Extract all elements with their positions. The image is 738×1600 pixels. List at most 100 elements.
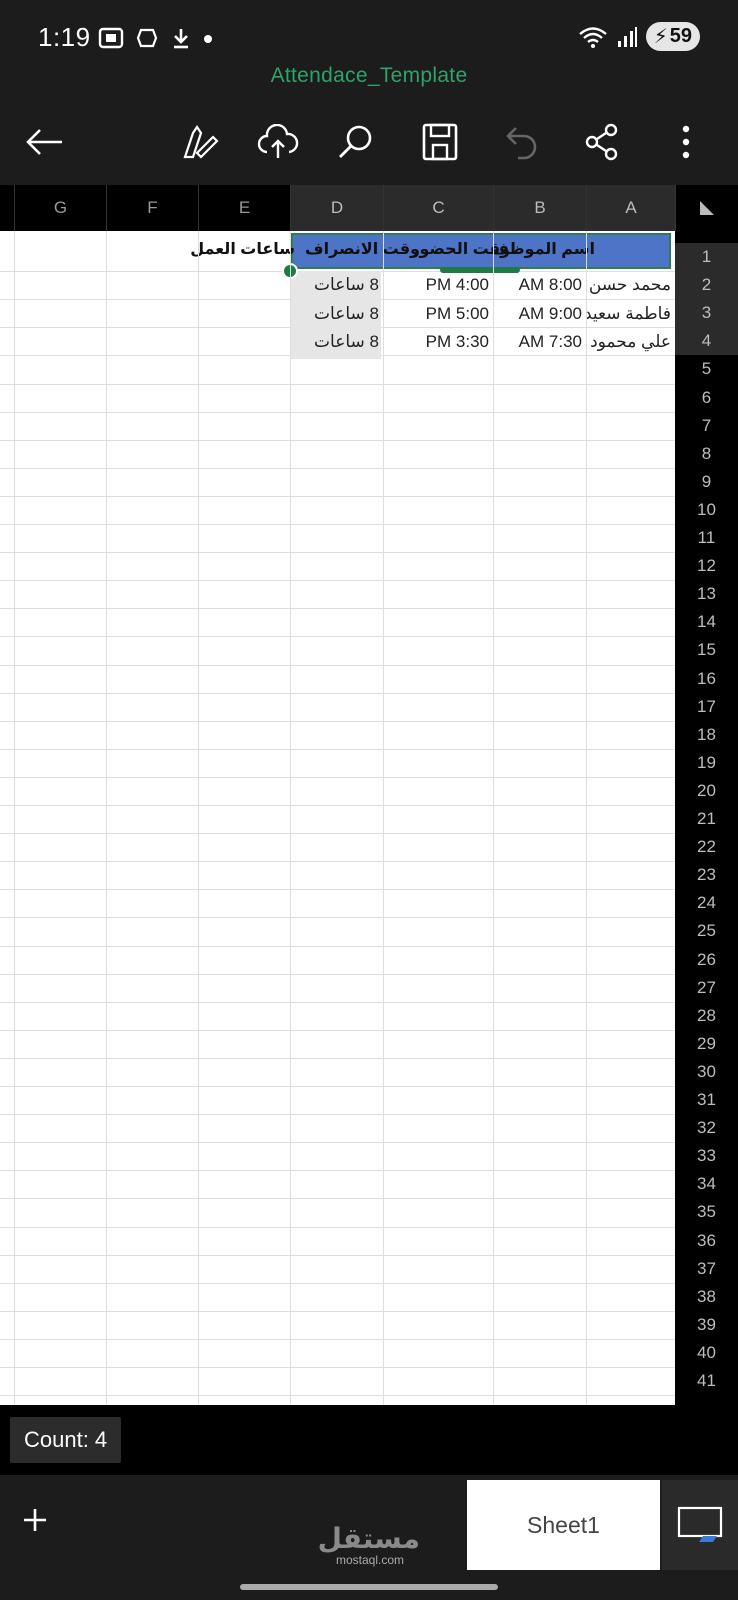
header-cell-b[interactable]: وقت الحضور	[410, 239, 510, 259]
row-header-28[interactable]: 28	[675, 1002, 738, 1030]
row-header-33[interactable]: 33	[675, 1142, 738, 1170]
row-header-12[interactable]: 12	[675, 552, 738, 580]
grid-row-line	[0, 1227, 675, 1228]
column-headers: G F E D C B A	[0, 185, 738, 231]
row-header-37[interactable]: 37	[675, 1255, 738, 1283]
row-header-7[interactable]: 7	[675, 412, 738, 440]
draw-button[interactable]	[172, 114, 228, 170]
row-header-4[interactable]: 4	[675, 327, 738, 355]
grid-row-line	[0, 805, 675, 806]
grid-row-line	[0, 777, 675, 778]
column-header-d[interactable]: D	[290, 185, 383, 231]
cell-a2[interactable]: محمد حسن	[586, 275, 675, 295]
view-icon	[677, 1506, 723, 1542]
grid-column-line	[493, 231, 494, 1405]
row-header-16[interactable]: 16	[675, 665, 738, 693]
row-header-17[interactable]: 17	[675, 693, 738, 721]
count-summary[interactable]: Count: 4	[10, 1417, 122, 1463]
document-title[interactable]: Attendace_Template	[0, 64, 738, 88]
column-header-g[interactable]: G	[14, 185, 106, 231]
row-header-21[interactable]: 21	[675, 805, 738, 833]
more-button[interactable]	[658, 114, 714, 170]
cell-a4[interactable]: علي محمود	[586, 332, 675, 352]
more-icon	[682, 125, 690, 159]
row-header-35[interactable]: 35	[675, 1198, 738, 1226]
row-header-39[interactable]: 39	[675, 1311, 738, 1339]
row-header-20[interactable]: 20	[675, 777, 738, 805]
row-header-30[interactable]: 30	[675, 1058, 738, 1086]
row-header-27[interactable]: 27	[675, 974, 738, 1002]
row-header-8[interactable]: 8	[675, 440, 738, 468]
row-header-31[interactable]: 31	[675, 1086, 738, 1114]
share-button[interactable]	[574, 114, 630, 170]
row-header-2[interactable]: 2	[675, 271, 738, 299]
grid-row-line	[0, 1114, 675, 1115]
row-headers: 1 2 3 4 5 6 7 8 9 10 11 12 13 14 15 16 17 18 19 20 21 22 23 24 2…	[675, 231, 738, 1405]
selection-handle-bar[interactable]	[440, 267, 520, 273]
row-header-23[interactable]: 23	[675, 861, 738, 889]
save-button[interactable]	[412, 114, 468, 170]
header-cell-d[interactable]: ساعات العمل	[190, 239, 295, 259]
cell-c2[interactable]: 4:00 PM	[383, 275, 493, 295]
column-header-b[interactable]: B	[493, 185, 586, 231]
grid-row-line	[0, 749, 675, 750]
row-header-40[interactable]: 40	[675, 1339, 738, 1367]
row-header-5[interactable]: 5	[675, 355, 738, 383]
cell-a3[interactable]: فاطمة سعيد	[586, 304, 675, 324]
cell-grid[interactable]: اسم الموظف وقت الحضور وقت الانصراف ساعات…	[0, 231, 675, 1405]
row-header-25[interactable]: 25	[675, 917, 738, 945]
row-header-6[interactable]: 6	[675, 384, 738, 412]
cell-d4[interactable]: 8 ساعات	[290, 332, 383, 352]
share-icon	[585, 123, 618, 161]
spreadsheet[interactable]: G F E D C B A اسم الموظف وقت الحضور وقت …	[0, 185, 738, 1405]
view-mode-button[interactable]	[662, 1480, 738, 1570]
notification-icons	[98, 24, 214, 52]
cell-d3[interactable]: 8 ساعات	[290, 304, 383, 324]
row-header-36[interactable]: 36	[675, 1227, 738, 1255]
column-header-a[interactable]: A	[586, 185, 675, 231]
row-header-18[interactable]: 18	[675, 721, 738, 749]
row-header-19[interactable]: 19	[675, 749, 738, 777]
row-header-9[interactable]: 9	[675, 468, 738, 496]
row-header-10[interactable]: 10	[675, 496, 738, 524]
column-header-c[interactable]: C	[383, 185, 493, 231]
cell-c4[interactable]: 3:30 PM	[383, 332, 493, 352]
row-header-32[interactable]: 32	[675, 1114, 738, 1142]
grid-column-line	[586, 231, 587, 1405]
cell-b2[interactable]: 8:00 AM	[493, 275, 586, 295]
undo-button[interactable]	[494, 114, 550, 170]
add-sheet-button[interactable]	[22, 1500, 48, 1542]
grid-row-line	[0, 384, 675, 385]
row-header-11[interactable]: 11	[675, 524, 738, 552]
wifi-icon	[578, 26, 607, 48]
back-button[interactable]	[16, 114, 72, 170]
row-header-29[interactable]: 29	[675, 1030, 738, 1058]
row-header-14[interactable]: 14	[675, 608, 738, 636]
row-header-41[interactable]: 41	[675, 1367, 738, 1395]
home-indicator[interactable]	[240, 1584, 498, 1590]
select-all-corner[interactable]	[675, 185, 738, 231]
row-header-24[interactable]: 24	[675, 889, 738, 917]
cell-b4[interactable]: 7:30 AM	[493, 332, 586, 352]
row-header-26[interactable]: 26	[675, 946, 738, 974]
cell-b3[interactable]: 9:00 AM	[493, 304, 586, 324]
column-header-f[interactable]: F	[106, 185, 198, 231]
system-icons: ⚡ 59	[578, 22, 700, 51]
header-cell-c[interactable]: وقت الانصراف	[305, 239, 420, 259]
search-button[interactable]	[328, 114, 384, 170]
row-header-34[interactable]: 34	[675, 1170, 738, 1198]
upload-button[interactable]	[250, 114, 306, 170]
battery-indicator: ⚡ 59	[645, 22, 700, 51]
tab-sheet1[interactable]: Sheet1	[467, 1480, 660, 1570]
row-header-3[interactable]: 3	[675, 299, 738, 327]
row-header-1[interactable]: 1	[675, 243, 738, 271]
row-header-15[interactable]: 15	[675, 636, 738, 664]
column-header-e[interactable]: E	[198, 185, 290, 231]
row-header-38[interactable]: 38	[675, 1283, 738, 1311]
row-header-13[interactable]: 13	[675, 580, 738, 608]
grid-row-line	[0, 693, 675, 694]
cell-d2[interactable]: 8 ساعات	[290, 275, 383, 295]
row-header-22[interactable]: 22	[675, 833, 738, 861]
cell-c3[interactable]: 5:00 PM	[383, 304, 493, 324]
grid-row-line	[0, 552, 675, 553]
